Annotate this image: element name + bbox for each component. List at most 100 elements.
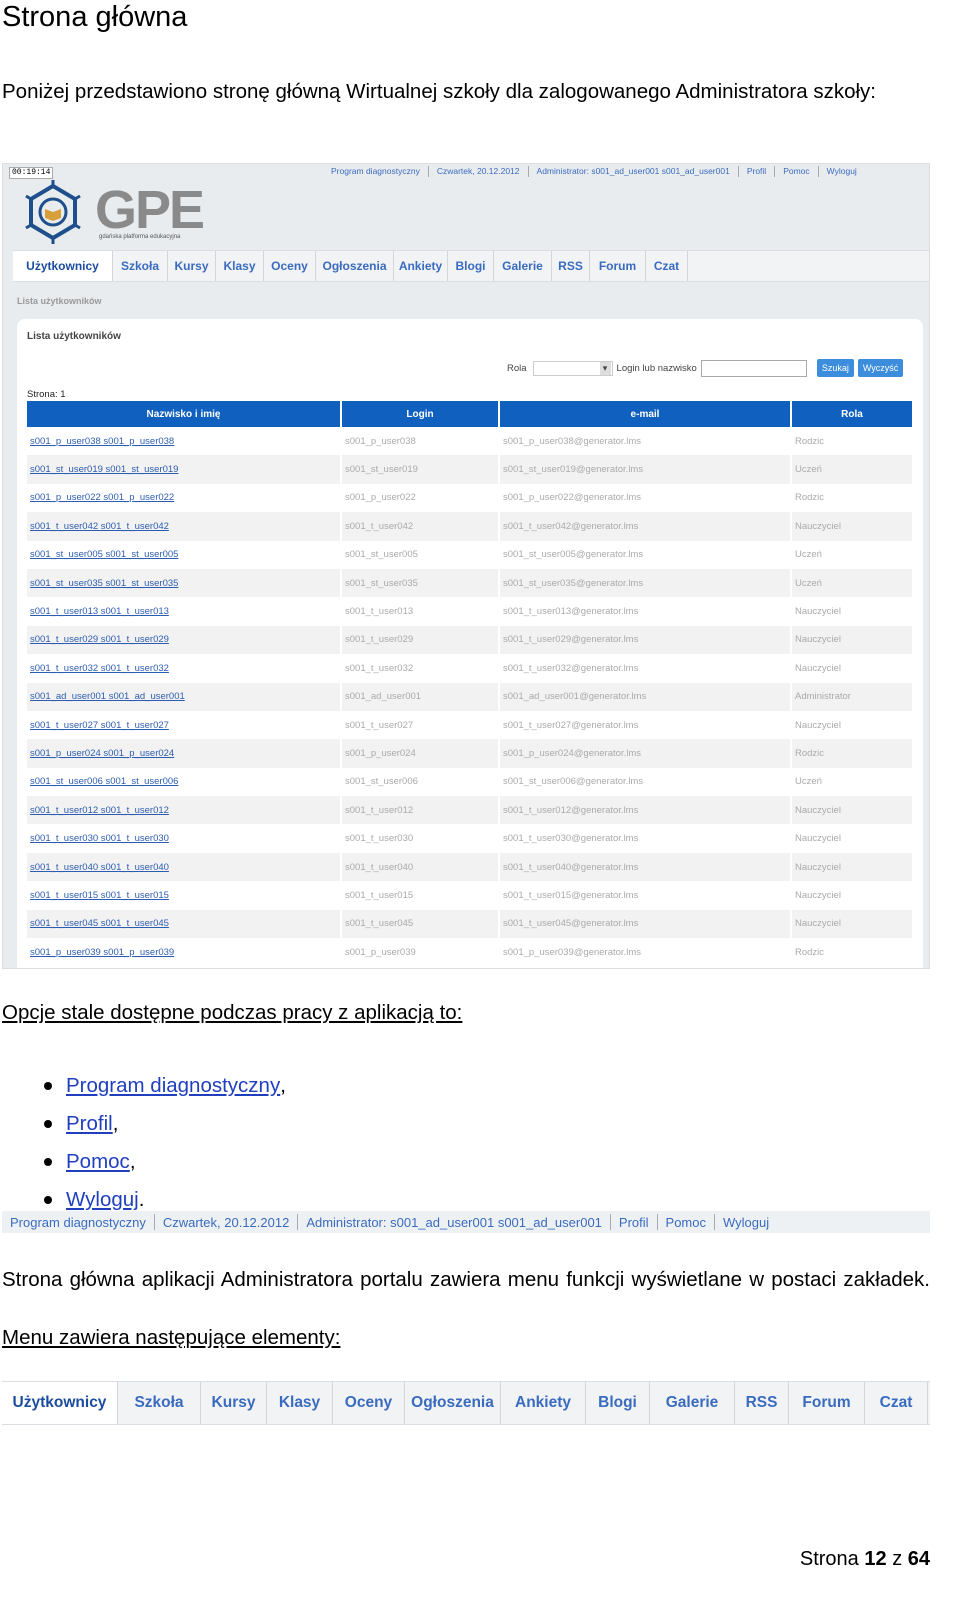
topbar-item-4[interactable]: Pomoc bbox=[775, 166, 817, 176]
table-row[interactable]: s001_p_user022 s001_p_user022 s001_p_user… bbox=[27, 483, 914, 513]
user-name-link[interactable]: s001_t_user015 s001_t_user015 bbox=[27, 881, 342, 910]
table-cell: Nauczyciel bbox=[791, 710, 914, 740]
table-row[interactable]: s001_t_user029 s001_t_user029 s001_t_user… bbox=[27, 625, 914, 655]
user-name-link[interactable]: s001_t_user029 s001_t_user029 bbox=[27, 625, 342, 655]
user-name-link[interactable]: s001_t_user013 s001_t_user013 bbox=[27, 597, 342, 626]
table-cell: s001_ad_user001@generator.lms bbox=[499, 682, 792, 711]
menu-tab-9[interactable]: RSS bbox=[735, 1382, 789, 1424]
table-row[interactable]: s001_t_user032 s001_t_user032 s001_t_user… bbox=[27, 654, 914, 683]
table-cell: s001_t_user013@generator.lms bbox=[499, 597, 792, 626]
menu-tab-11[interactable]: Czat bbox=[865, 1382, 928, 1424]
table-row[interactable]: s001_ad_user001 s001_ad_user001 s001_ad_u… bbox=[27, 682, 914, 711]
tab-11[interactable]: Czat bbox=[646, 251, 688, 281]
user-name-link[interactable]: s001_p_user024 s001_p_user024 bbox=[27, 739, 342, 768]
menu-tab-6[interactable]: Ankiety bbox=[501, 1382, 586, 1424]
menu-tab-4[interactable]: Oceny bbox=[333, 1382, 405, 1424]
user-name-link[interactable]: s001_st_user019 s001_st_user019 bbox=[27, 455, 342, 484]
tab-6[interactable]: Ankiety bbox=[394, 251, 448, 281]
menu-tab-8[interactable]: Galerie bbox=[650, 1382, 735, 1424]
menu-tab-10[interactable]: Forum bbox=[789, 1382, 865, 1424]
list-item: Pomoc, bbox=[44, 1143, 286, 1181]
options-heading: Opcje stale dostępne podczas pracy z apl… bbox=[2, 1001, 463, 1024]
role-select[interactable] bbox=[532, 360, 613, 376]
tab-2[interactable]: Kursy bbox=[168, 251, 216, 281]
tab-5[interactable]: Ogłoszenia bbox=[316, 251, 394, 281]
user-name-link[interactable]: s001_t_user042 s001_t_user042 bbox=[27, 512, 342, 541]
table-row[interactable]: s001_st_user035 s001_st_user035 s001_st_u… bbox=[27, 568, 914, 598]
table-cell: Rodzic bbox=[791, 739, 914, 768]
table-cell: s001_t_user042@generator.lms bbox=[499, 512, 792, 541]
user-name-link[interactable]: s001_st_user006 s001_st_user006 bbox=[27, 767, 342, 797]
table-row[interactable]: s001_t_user012 s001_t_user012 s001_t_user… bbox=[27, 796, 914, 825]
table-cell: s001_p_user039 bbox=[341, 938, 500, 967]
table-row[interactable]: s001_t_user013 s001_t_user013 s001_t_user… bbox=[27, 597, 914, 626]
menu-tab-2[interactable]: Kursy bbox=[201, 1382, 267, 1424]
user-name-link[interactable]: s001_p_user039 s001_p_user039 bbox=[27, 938, 342, 967]
bullet-icon bbox=[44, 1082, 52, 1090]
user-name-link[interactable]: s001_p_user022 s001_p_user022 bbox=[27, 483, 342, 513]
topbar-item-3[interactable]: Profil bbox=[739, 166, 774, 176]
tab-3[interactable]: Klasy bbox=[216, 251, 264, 281]
menu-tab-5[interactable]: Ogłoszenia bbox=[405, 1382, 501, 1424]
tab-10[interactable]: Forum bbox=[590, 251, 646, 281]
table-cell: s001_p_user022@generator.lms bbox=[499, 483, 792, 513]
table-cell: Rodzic bbox=[791, 938, 914, 967]
table-row[interactable]: s001_st_user019 s001_st_user019 s001_st_u… bbox=[27, 455, 914, 484]
clear-button[interactable]: Wyczyść bbox=[857, 359, 904, 377]
topbar-preview-item-5[interactable]: Wyloguj bbox=[715, 1215, 777, 1230]
table-cell: s001_st_user006@generator.lms bbox=[499, 767, 792, 797]
table-row[interactable]: s001_t_user027 s001_t_user027 s001_t_user… bbox=[27, 710, 914, 740]
menu-tab-1[interactable]: Szkoła bbox=[118, 1382, 201, 1424]
table-cell: s001_st_user019 bbox=[341, 455, 500, 484]
user-name-link[interactable]: s001_t_user030 s001_t_user030 bbox=[27, 824, 342, 853]
table-row[interactable]: s001_p_user039 s001_p_user039 s001_p_user… bbox=[27, 938, 914, 967]
column-header[interactable]: Rola bbox=[791, 401, 914, 427]
table-row[interactable]: s001_st_user005 s001_st_user005 s001_st_u… bbox=[27, 540, 914, 569]
topbar-preview-item-4[interactable]: Pomoc bbox=[658, 1215, 714, 1230]
tab-0[interactable]: Użytkownicy bbox=[13, 251, 113, 281]
table-cell: Nauczyciel bbox=[791, 512, 914, 541]
topbar-item-5[interactable]: Wyloguj bbox=[819, 166, 865, 176]
user-name-link[interactable]: s001_t_user045 s001_t_user045 bbox=[27, 909, 342, 939]
user-name-link[interactable]: s001_t_user012 s001_t_user012 bbox=[27, 796, 342, 825]
table-row[interactable]: s001_t_user042 s001_t_user042 s001_t_user… bbox=[27, 512, 914, 541]
topbar-preview-item-0[interactable]: Program diagnostyczny bbox=[2, 1215, 154, 1230]
table-row[interactable]: s001_t_user030 s001_t_user030 s001_t_user… bbox=[27, 824, 914, 853]
tab-4[interactable]: Oceny bbox=[264, 251, 316, 281]
menu-tab-7[interactable]: Blogi bbox=[586, 1382, 650, 1424]
tab-9[interactable]: RSS bbox=[552, 251, 590, 281]
topbar-preview-item-3[interactable]: Profil bbox=[611, 1215, 657, 1230]
tab-1[interactable]: Szkoła bbox=[113, 251, 168, 281]
tab-8[interactable]: Galerie bbox=[494, 251, 552, 281]
tab-menu: Użytkownicy Szkoła Kursy Klasy Oceny Ogłoszen… bbox=[13, 250, 929, 282]
topbar-item-0[interactable]: Program diagnostyczny bbox=[323, 166, 428, 176]
menu-tab-3[interactable]: Klasy bbox=[267, 1382, 333, 1424]
app-screenshot: 00:19:14 GPE gdańska platforma edukacyjn… bbox=[2, 163, 930, 969]
column-header[interactable]: Nazwisko i imię bbox=[27, 401, 342, 427]
table-row[interactable]: s001_t_user045 s001_t_user045 s001_t_user… bbox=[27, 909, 914, 939]
login-search-input[interactable] bbox=[700, 359, 807, 377]
column-header[interactable]: e-mail bbox=[499, 401, 792, 427]
menu-tab-0[interactable]: Użytkownicy bbox=[2, 1382, 118, 1424]
user-name-link[interactable]: s001_ad_user001 s001_ad_user001 bbox=[27, 682, 342, 711]
table-cell: Nauczyciel bbox=[791, 625, 914, 655]
table-row[interactable]: s001_p_user038 s001_p_user038 s001_p_user… bbox=[27, 427, 914, 456]
user-name-link[interactable]: s001_t_user040 s001_t_user040 bbox=[27, 852, 342, 882]
table-row[interactable]: s001_t_user015 s001_t_user015 s001_t_user… bbox=[27, 881, 914, 910]
user-name-link[interactable]: s001_t_user032 s001_t_user032 bbox=[27, 654, 342, 683]
table-cell: s001_t_user030@generator.lms bbox=[499, 824, 792, 853]
topbar-preview-item-1: Czwartek, 20.12.2012 bbox=[162, 1214, 290, 1230]
user-name-link[interactable]: s001_st_user005 s001_st_user005 bbox=[27, 540, 342, 569]
option-link-1[interactable]: Profil bbox=[66, 1105, 113, 1143]
table-row[interactable]: s001_st_user006 s001_st_user006 s001_st_u… bbox=[27, 767, 914, 797]
column-header[interactable]: Login bbox=[341, 401, 500, 427]
user-name-link[interactable]: s001_st_user035 s001_st_user035 bbox=[27, 568, 342, 598]
search-button[interactable]: Szukaj bbox=[816, 359, 854, 377]
table-row[interactable]: s001_p_user024 s001_p_user024 s001_p_user… bbox=[27, 739, 914, 768]
table-row[interactable]: s001_t_user040 s001_t_user040 s001_t_user… bbox=[27, 852, 914, 882]
option-link-2[interactable]: Pomoc bbox=[66, 1143, 130, 1181]
tab-7[interactable]: Blogi bbox=[448, 251, 494, 281]
user-name-link[interactable]: s001_t_user027 s001_t_user027 bbox=[27, 710, 342, 740]
user-name-link[interactable]: s001_p_user038 s001_p_user038 bbox=[27, 427, 342, 456]
option-link-0[interactable]: Program diagnostyczny bbox=[66, 1067, 280, 1105]
